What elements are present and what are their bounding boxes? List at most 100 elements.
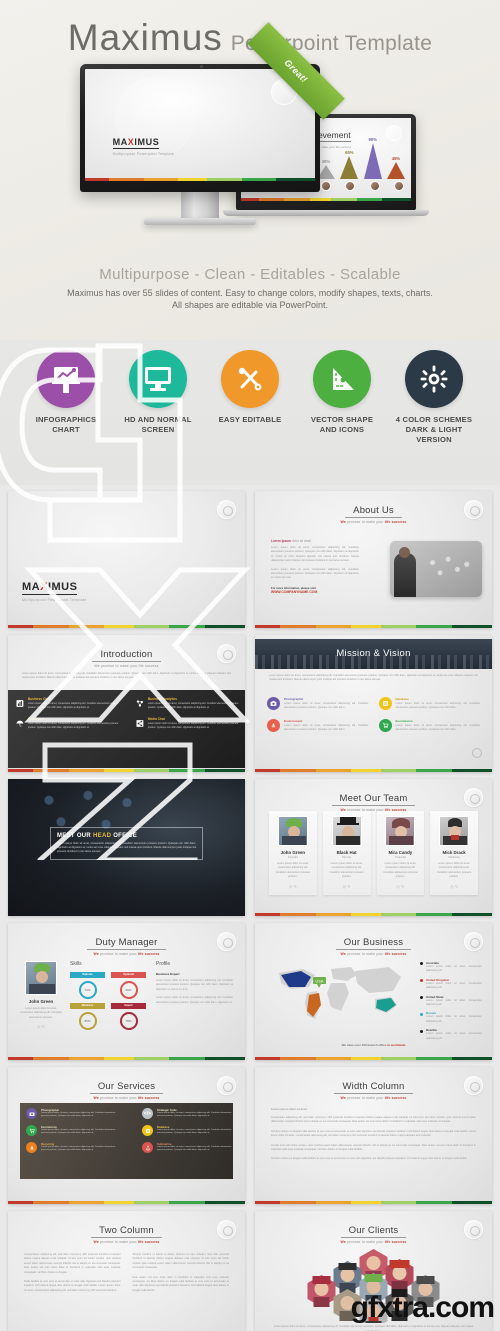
skill-value: 78% (119, 1011, 138, 1030)
team-members: John Green Founder Lorem ipsum dolor sit… (269, 811, 478, 895)
team-member-social[interactable]: ◎ ✎ (434, 884, 474, 889)
mission-item-body: Lorem ipsum dolor sit amet, consectetur … (284, 723, 369, 732)
team-member-social[interactable]: ◎ ✎ (273, 884, 313, 889)
duty-skills: Skills Diploma 73% Optional 56% Business 85… (70, 961, 146, 1030)
slide-title: Meet Our Team (331, 793, 416, 806)
skill-item: Expert 78% (111, 1002, 146, 1030)
two-col-paragraph: Consectetuer adipiscing elit, sed diam n… (24, 1253, 121, 1274)
decorative-orb-icon (464, 1076, 483, 1095)
team-member-name: Mick Drack (442, 850, 466, 855)
brand-name: Maximus (67, 17, 223, 58)
avatar (439, 816, 470, 846)
slide-title: Our Clients (340, 1225, 407, 1238)
slide-thumb-our-business[interactable]: Our Business We promise to make your lif… (255, 923, 492, 1060)
feature-label-line1: EASY EDITABLE (218, 415, 282, 424)
team-member-social[interactable]: ◎ ✎ (381, 884, 421, 889)
slide-title: Introduction (92, 649, 161, 662)
mission-intro: Lorem ipsum dolor sit amet, consectetur … (269, 674, 478, 682)
two-col-paragraph: Tempor incidunt ut labore et dolore dolo… (132, 1253, 230, 1270)
region-item: United Kingdom Lorem ipsum dolor sit amet… (420, 978, 482, 991)
feature-label: EASY EDITABLE (209, 415, 291, 425)
slide-title: Mission & Vision (336, 648, 411, 659)
about-footer-link[interactable]: WWW.COMPANYNAME.COM (271, 590, 359, 594)
tagline-sub-line1: Maximus has over 55 slides of content. E… (67, 288, 433, 298)
monitor-base (144, 218, 256, 225)
slide-subtitle: We promise to make your life success (94, 664, 159, 668)
slide-thumb-two-column[interactable]: Two Column We promise to make your life … (8, 1211, 245, 1331)
slide-thumb-introduction[interactable]: Introduction We promise to make your lif… (8, 635, 245, 772)
team-member-body: Lorem ipsum dolor sit amet, consectetur … (383, 862, 418, 879)
slide-colorbar (8, 625, 245, 628)
duty-profile: Profile Business Expert Lorem ipsum dolo… (156, 961, 233, 1005)
slide-heading: Width Column We promise to make your lif… (255, 1067, 492, 1100)
two-col-paragraph: Duis autem vel eum iriure dolor in hendr… (132, 1275, 230, 1292)
feature-label-line1: HD AND NORMAL (124, 415, 192, 424)
feature-label-line2: DARK & LIGHT VERSION (405, 425, 463, 444)
duty-person-body: Lorem ipsum dolor sit amet, consectetur … (20, 1007, 62, 1019)
skill-label: Optional (111, 972, 146, 978)
slide-subtitle: We promise to make your life success (93, 952, 160, 956)
feature-icon-circle (405, 350, 463, 408)
slide-thumb-duty-manager[interactable]: Duty Manager We promise to make your lif… (8, 923, 245, 1060)
service-item: Photographic Lorem ipsum dolor sit amet, … (26, 1108, 118, 1119)
device-mockup: Achievement We promise to make your life… (0, 22, 500, 262)
slide-heading: Introduction We promise to make your lif… (8, 635, 245, 668)
peak-item: 45% (386, 156, 405, 179)
triangle-ruler-icon (333, 368, 354, 390)
slide-thumb-about-us[interactable]: About Us We promise to make your life su… (255, 491, 492, 628)
feature-icon-circle (313, 350, 371, 408)
share-nodes-icon (136, 700, 144, 707)
slide-thumb-head-office[interactable]: MEET OUR HEAD OFFICE Lorem ipsum dolor s… (8, 779, 245, 916)
skill-value: 73% (78, 980, 97, 999)
slide-thumb-mission-vision[interactable]: Mission & Vision Lorem ipsum dolor sit a… (255, 635, 492, 772)
team-member-card[interactable]: John Green Founder Lorem ipsum dolor sit… (269, 811, 317, 895)
region-item: Australia Lorem ipsum dolor sit amet, con… (420, 961, 482, 974)
shopping-cart-icon (378, 718, 392, 732)
two-col-paragraph: Nulla facilisis at vero eros et accumsan… (24, 1280, 121, 1292)
business-regions: Australia Lorem ipsum dolor sit amet, con… (420, 961, 482, 1041)
mission-item: Photographic Lorem ipsum dolor sit amet, … (267, 697, 369, 711)
share-icon (136, 720, 144, 727)
slide-thumb-title-slide[interactable]: MAXIMUS Multipurpose Powerpoint Template (8, 491, 245, 628)
tagline-block: Multipurpose - Clean - Editables - Scala… (0, 266, 500, 311)
skill-value: 56% (119, 980, 138, 999)
width-paragraph: Vel illum dolore eu feugiat nulla facili… (271, 1129, 476, 1138)
world-map: USA (269, 959, 409, 1031)
monitor-logo-subtitle: Multipurpose Powerpoint Template (112, 152, 175, 157)
slide-colorbar (255, 913, 492, 916)
intro-item-body: Lorem ipsum dolor sit amet, consectetur … (27, 722, 119, 729)
team-member-body: Lorem ipsum dolor sit amet, consectetur … (329, 862, 364, 879)
region-item: Brazilia Lorem ipsum dolor sit amet, cons… (420, 1028, 482, 1041)
bullet-icon (420, 979, 423, 983)
slide-thumb-width-column[interactable]: Width Column We promise to make your lif… (255, 1067, 492, 1204)
decorative-orb-icon (217, 1220, 236, 1239)
decorative-orb-icon (217, 932, 236, 951)
slide-subtitle: We promise to make your life success (340, 952, 407, 956)
team-member-name: Mira Candy (388, 850, 413, 855)
slide-title: Our Services (89, 1081, 164, 1094)
skill-label: Diploma (70, 972, 105, 978)
slide-heading: Two Column We promise to make your life … (8, 1211, 245, 1244)
slide-thumb-our-services[interactable]: Our Services We promise to make your lif… (8, 1067, 245, 1204)
decorative-orb-icon (217, 644, 236, 663)
anchor-icon (142, 1142, 153, 1153)
bullet-icon (420, 962, 423, 966)
team-member-social[interactable]: ◎ ✎ (327, 884, 367, 889)
slide-thumb-meet-our-team[interactable]: Meet Our Team We promise to make your li… (255, 779, 492, 916)
team-member-card[interactable]: Mira Candy Financial Lorem ipsum dolor s… (376, 811, 425, 895)
width-lead: Lorem ipsum dolor sit amet (271, 1107, 308, 1111)
bullet-icon (420, 1012, 423, 1016)
database-icon (142, 1125, 153, 1136)
tagline-sub-line2: All shapes are editable via PowerPoint. (171, 300, 329, 310)
chart-presentation-icon (52, 367, 80, 393)
mission-item-body: Lorem ipsum dolor sit amet, consectetur … (284, 702, 369, 710)
service-body: Lorem ipsum dolor sit amet, consectetur … (157, 1146, 232, 1152)
slide-colorbar (255, 625, 492, 628)
intro-item-heading: Protection (27, 717, 44, 721)
team-member-card[interactable]: Mick Drack Marketing Lorem ipsum dolor s… (430, 811, 478, 895)
duty-person-social[interactable]: ◎ ✎ (20, 1024, 62, 1029)
team-member-role: Founder (288, 856, 298, 859)
slides-grid: MAXIMUS Multipurpose Powerpoint Template… (0, 485, 500, 1331)
team-member-card[interactable]: Black Hat Director Lorem ipsum dolor sit… (322, 811, 371, 895)
slide-colorbar (255, 769, 492, 772)
